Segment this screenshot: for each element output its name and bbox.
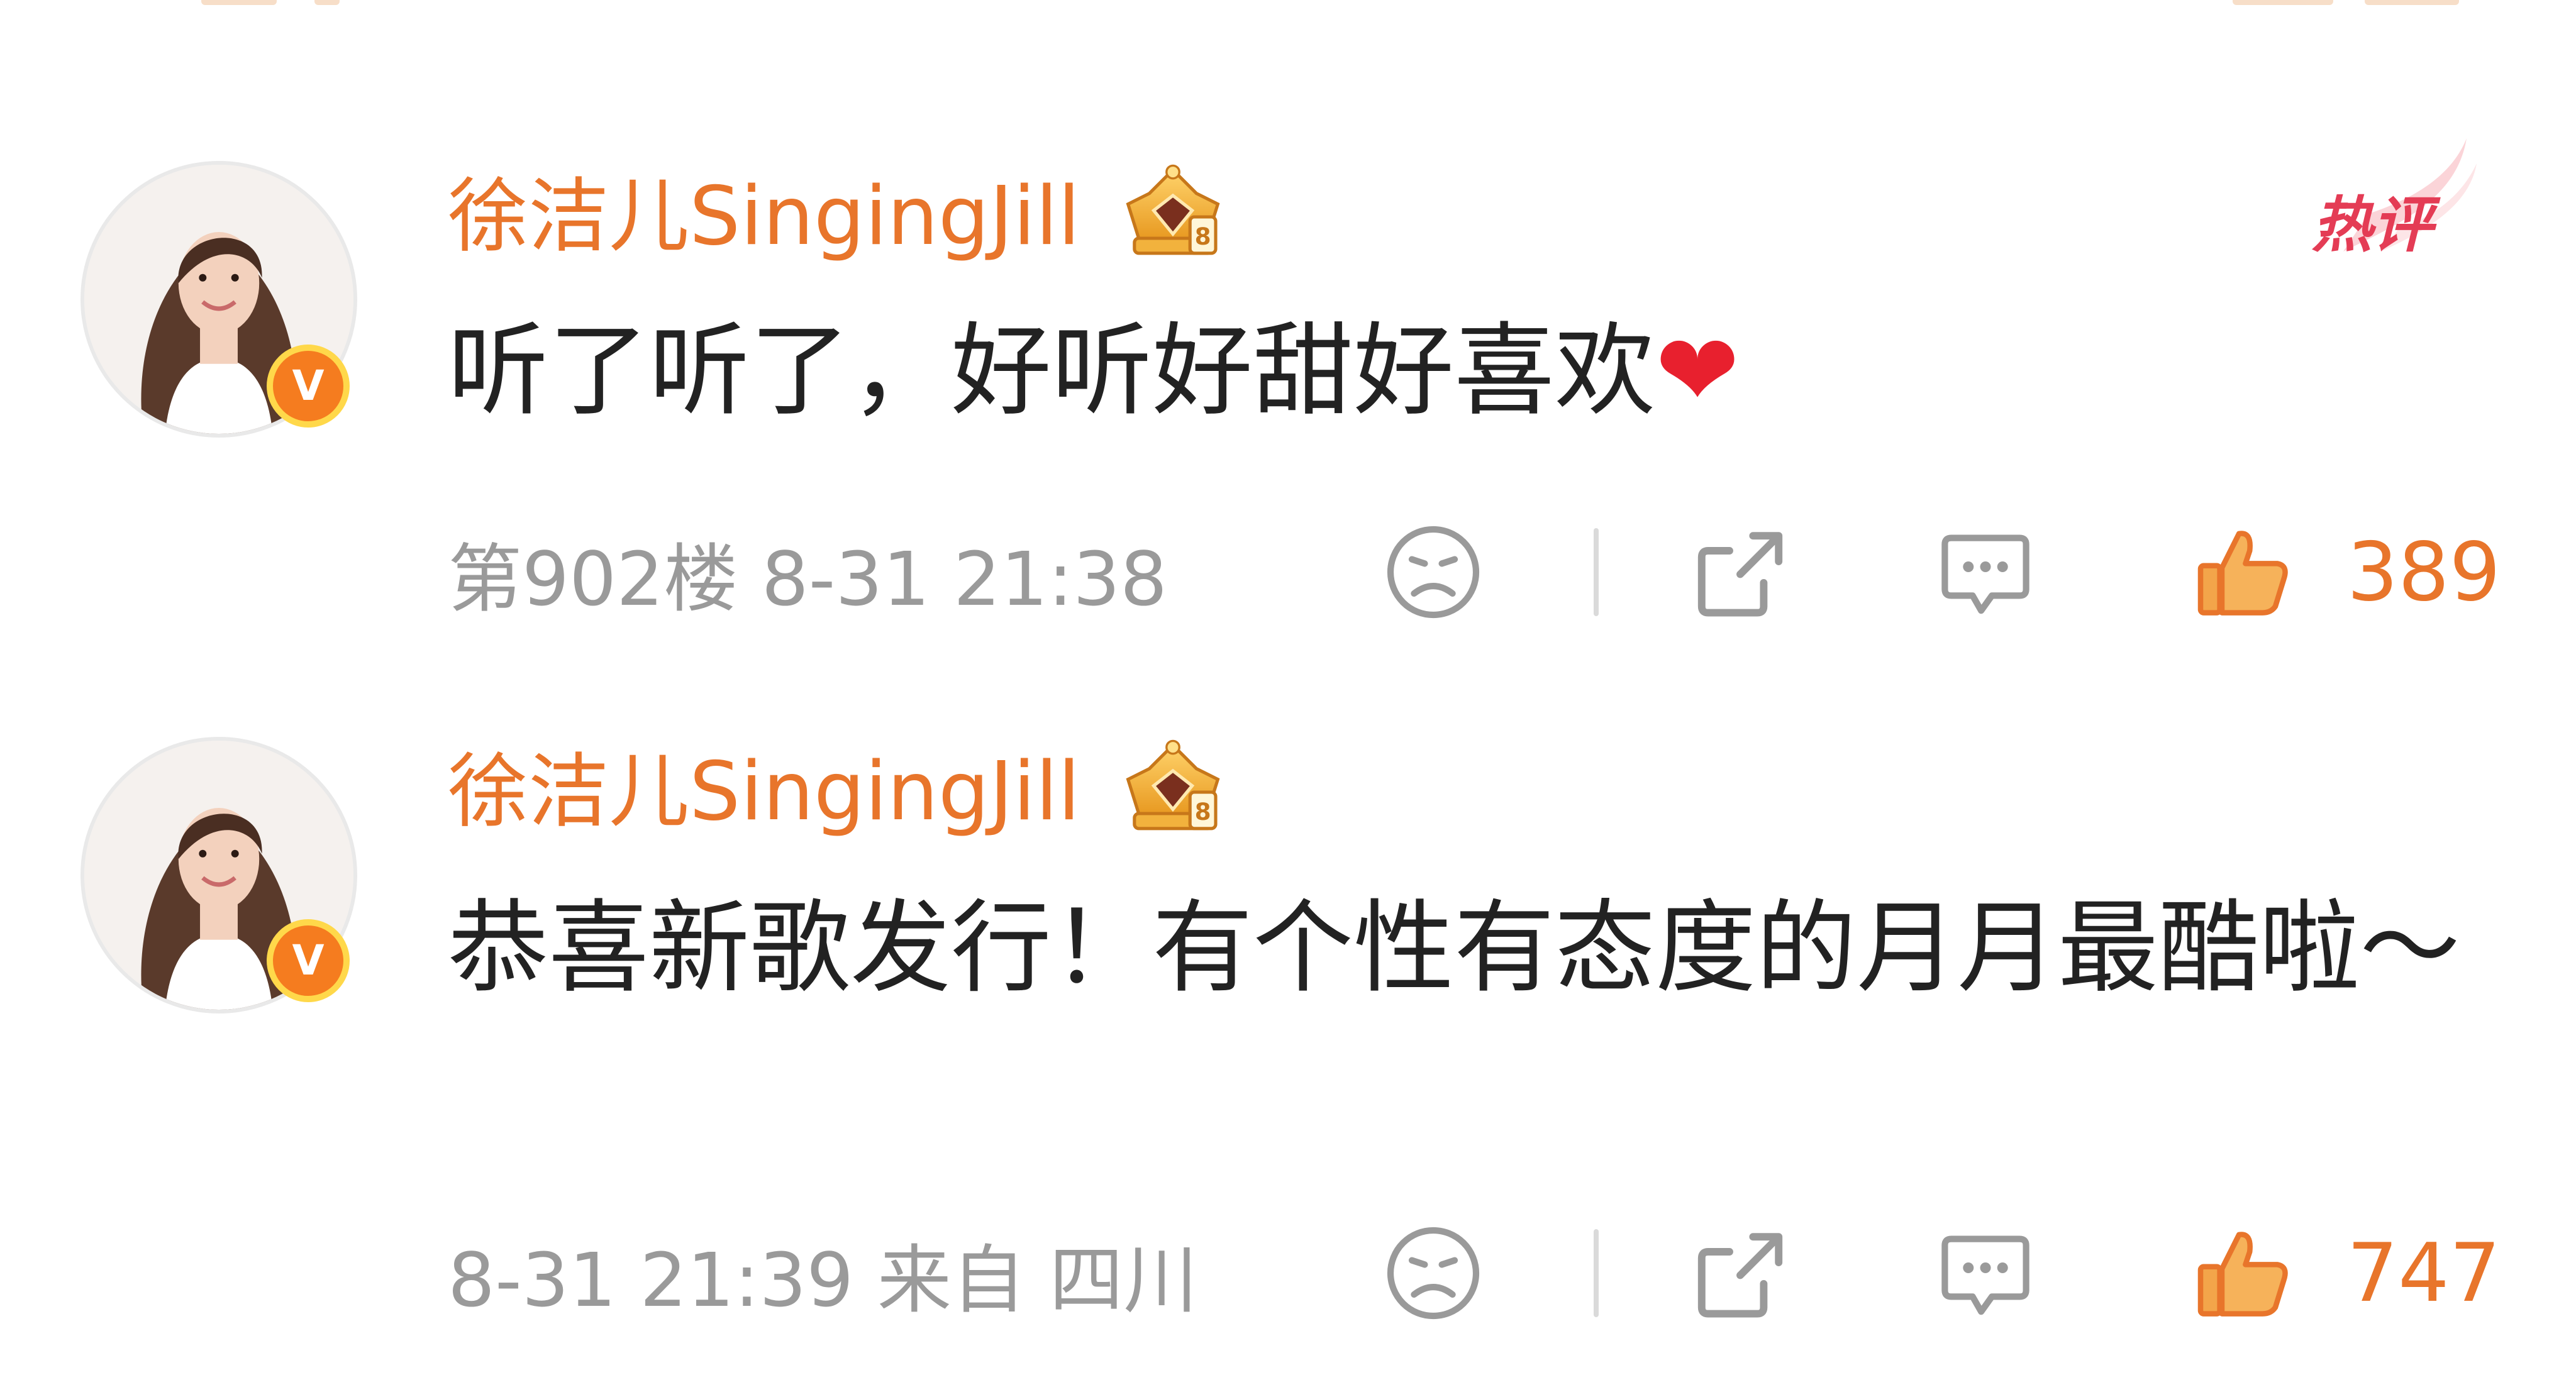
share-icon[interactable] [1687, 1220, 1794, 1327]
thumbs-up-icon[interactable] [2190, 1220, 2297, 1327]
sad-face-icon[interactable] [1380, 1220, 1487, 1327]
author-name[interactable]: 徐洁儿SingingJill [448, 745, 1080, 839]
like-count: 747 [2346, 1226, 2501, 1320]
crown-badge-icon[interactable]: 8 [1107, 739, 1239, 846]
comment-text-content: 恭喜新歌发行！有个性有态度的月月最酷啦～ [448, 889, 2461, 1007]
comment-item: V 徐洁儿SingingJill 8 [0, 0, 2576, 1375]
divider [1593, 1229, 1599, 1317]
verified-badge-icon: V [267, 919, 350, 1002]
like-button[interactable]: 747 [2190, 1220, 2501, 1327]
author-row: 徐洁儿SingingJill 8 [448, 736, 1239, 849]
comment-text: 恭喜新歌发行！有个性有态度的月月最酷啦～ [448, 879, 2492, 1017]
comment-list: V 徐洁儿SingingJill 8 热评 听了听了，好听好甜好喜欢❤ 第902… [0, 0, 2576, 1375]
comment-bubble-icon[interactable] [1932, 1220, 2039, 1327]
svg-text:8: 8 [1194, 798, 1211, 826]
comment-footer: 8-31 21:39 来自 四川 747 [448, 1213, 2501, 1333]
time-and-location: 8-31 21:39 来自 四川 [448, 1236, 1198, 1323]
comment-actions: 747 [1380, 1213, 2501, 1333]
